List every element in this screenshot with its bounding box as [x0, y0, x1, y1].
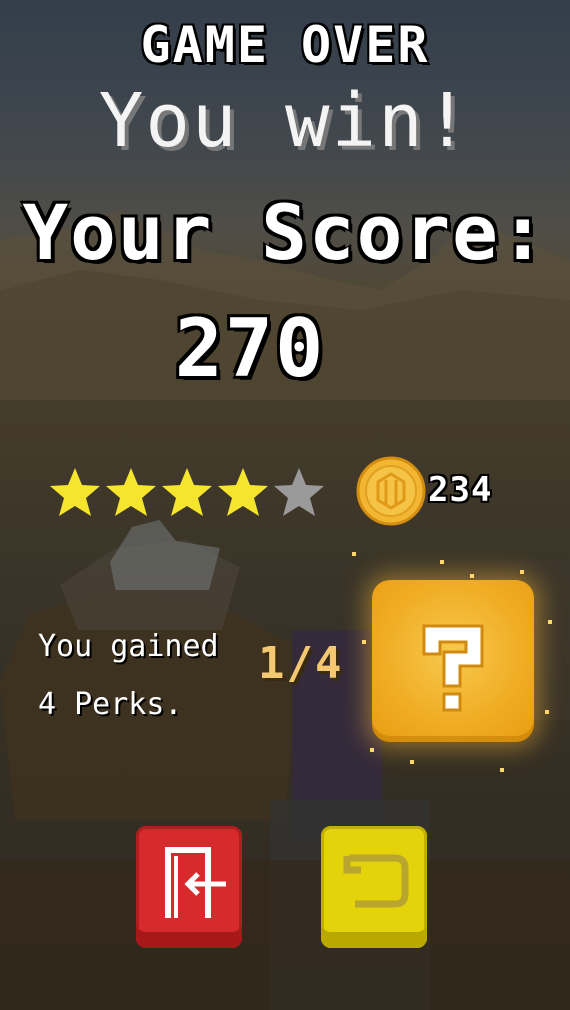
sparkle [410, 760, 414, 764]
perks-line-1: You gained [38, 629, 219, 664]
coin-icon [356, 456, 426, 526]
score-value: 270 [174, 302, 326, 395]
sparkle [548, 620, 552, 624]
star-empty-icon [274, 468, 324, 516]
game-over-title: GAME OVER [140, 16, 430, 74]
coin-count: 234 [428, 470, 493, 510]
replay-icon [343, 854, 409, 908]
replay-button[interactable] [321, 826, 427, 948]
perk-progress: 1/4 [258, 638, 344, 689]
sparkle [500, 768, 504, 772]
sparkle [362, 640, 366, 644]
sparkle [352, 552, 356, 556]
sparkle [520, 570, 524, 574]
perks-message: You gained 4 Perks. [38, 618, 219, 734]
exit-button[interactable] [136, 826, 242, 948]
score-label: Your Score: [22, 188, 548, 277]
result-text: You win! [98, 78, 472, 164]
mystery-perk-box[interactable] [372, 580, 534, 742]
star-rating [48, 466, 326, 518]
exit-door-icon [165, 847, 226, 918]
sparkle [370, 748, 374, 752]
sparkle [470, 574, 474, 578]
sparkle [440, 560, 444, 564]
sparkle [545, 710, 549, 714]
star-filled-icon [106, 468, 156, 516]
star-filled-icon [50, 468, 100, 516]
star-filled-icon [162, 468, 212, 516]
question-mark-icon [422, 624, 484, 712]
perks-line-2: 4 Perks. [38, 687, 183, 722]
star-filled-icon [218, 468, 268, 516]
